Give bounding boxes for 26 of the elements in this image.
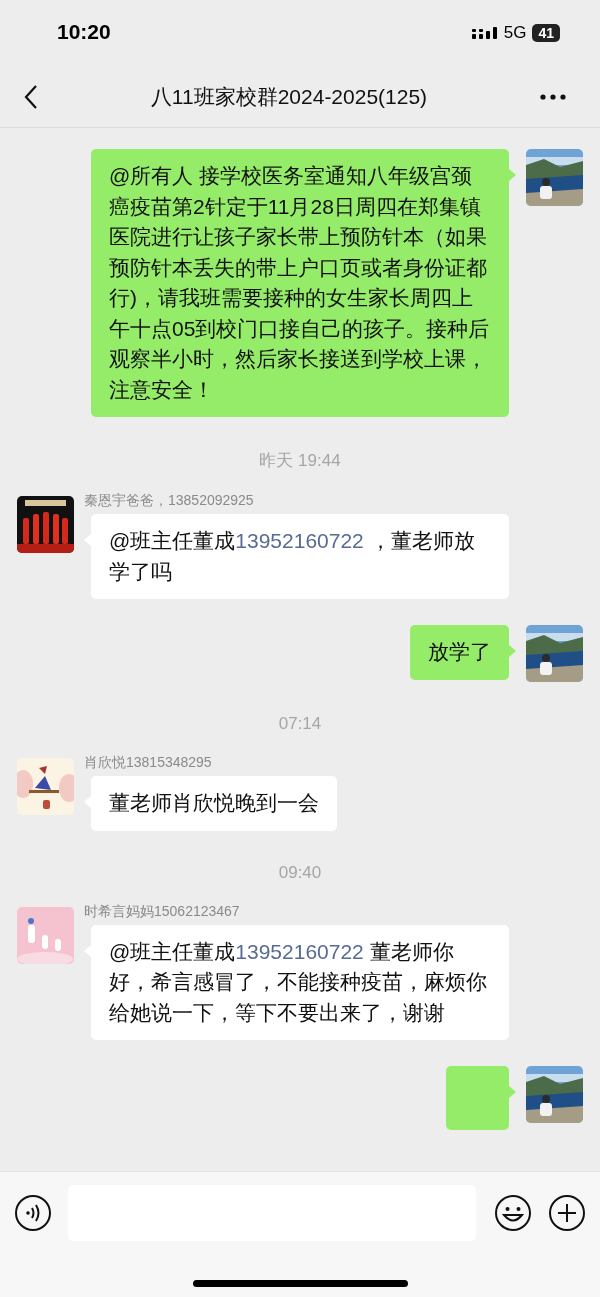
timestamp: 09:40 [277, 862, 323, 883]
sender-name: 肖欣悦13815348295 [84, 754, 213, 772]
network-label: 5G [503, 23, 527, 43]
message-bubble: @所有人 接学校医务室通知八年级宫颈癌疫苗第2针定于11月28日周四在郑集镇医院进行让孩子家长带上预防针本（如果预防针本丢失的带上户口页或者身份证都行)，请我班需要接种的女生家长周四上午十点05到校门口接自己的孩子。接种后观察半小时，然后家长接送到学校上课，注意安全！ [91, 149, 509, 417]
status-time: 10:20 [57, 20, 111, 44]
more-icon[interactable] [540, 93, 566, 100]
message-bubble: @班主任董成13952160722 ，董老师放学了吗 [91, 514, 509, 599]
chat-title: 八11班家校群2024-2025(125) [150, 83, 428, 110]
message-bubble: 放学了 [410, 625, 509, 680]
sender-name: 时希言妈妈15062123467 [84, 902, 241, 921]
sender-name: 秦恩宇爸爸，13852092925 [84, 492, 255, 510]
emoji-icon[interactable] [494, 1194, 532, 1232]
message-bubble: 董老师肖欣悦晚到一会 [91, 776, 337, 831]
timestamp: 07:14 [277, 714, 323, 734]
bubble-tail [509, 169, 516, 181]
bubble-tail [509, 645, 516, 657]
timestamp: 昨天 19:44 [258, 450, 342, 472]
bubble-tail [509, 1086, 516, 1098]
battery-indicator: 41 [532, 24, 560, 42]
phone-link[interactable]: 13952160722 [235, 939, 364, 963]
back-icon[interactable] [24, 83, 38, 110]
signal-icon [471, 26, 498, 40]
phone-link[interactable]: 13952160722 [235, 529, 364, 552]
plus-icon[interactable] [548, 1194, 586, 1232]
message-bubble: @班主任董成13952160722 董老师你好，希言感冒了，不能接种疫苗，麻烦你给她说一下，等下不要出来了，谢谢 [91, 924, 509, 1040]
voice-icon[interactable] [14, 1194, 52, 1232]
